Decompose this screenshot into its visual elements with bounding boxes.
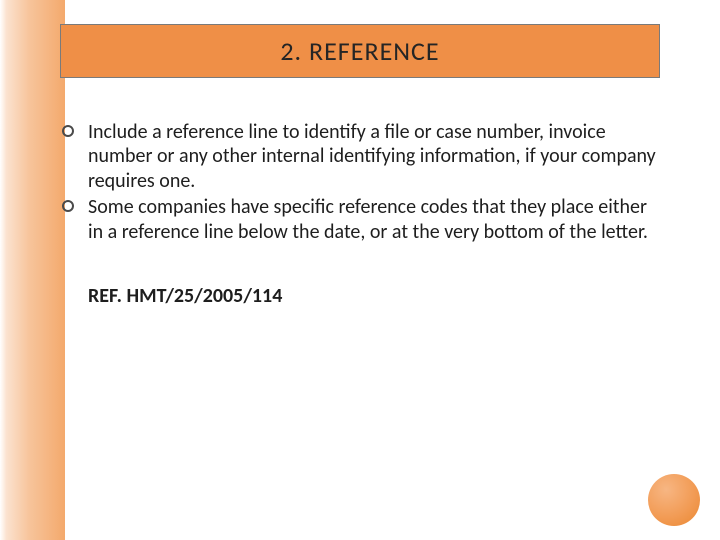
list-item-text: Include a reference line to identify a f…: [88, 120, 656, 193]
title-bar: 2. REFERENCE: [60, 24, 660, 78]
bullet-list: Include a reference line to identify a f…: [62, 120, 662, 244]
list-item: Include a reference line to identify a f…: [62, 120, 662, 193]
corner-circle-icon: [648, 474, 700, 526]
slide-title: 2. REFERENCE: [280, 35, 439, 67]
reference-code: REF. HMT/25/2005/114: [62, 284, 662, 308]
circle-bullet-icon: [62, 125, 74, 137]
left-side-gradient: [0, 0, 65, 540]
list-item-text: Some companies have specific reference c…: [88, 195, 648, 243]
content-area: Include a reference line to identify a f…: [62, 120, 662, 308]
circle-bullet-icon: [62, 200, 74, 212]
list-item: Some companies have specific reference c…: [62, 195, 662, 244]
